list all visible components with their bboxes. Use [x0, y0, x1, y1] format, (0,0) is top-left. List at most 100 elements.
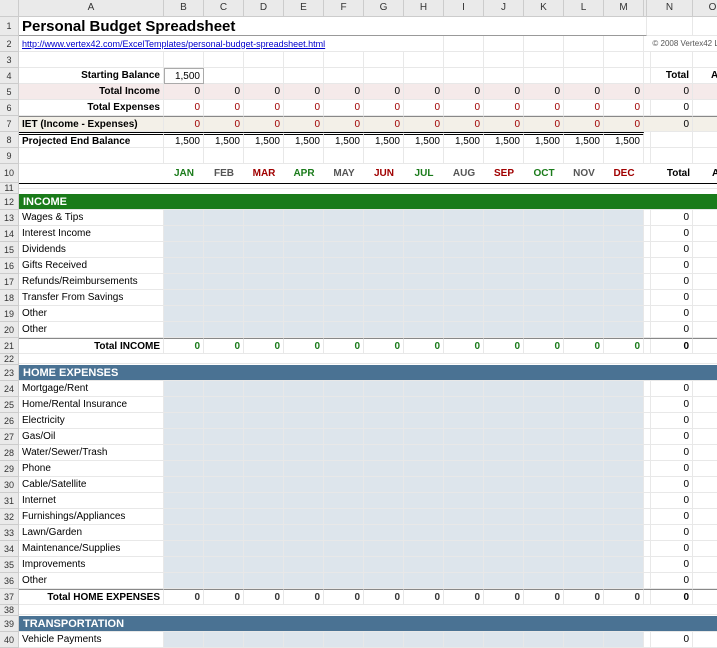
data-cell[interactable]: [404, 258, 444, 274]
data-cell[interactable]: [284, 525, 324, 541]
data-cell[interactable]: [284, 413, 324, 429]
data-cell[interactable]: [564, 445, 604, 461]
data-cell[interactable]: [604, 509, 644, 525]
data-cell[interactable]: [204, 413, 244, 429]
data-cell[interactable]: [484, 381, 524, 397]
data-cell[interactable]: [484, 525, 524, 541]
data-cell[interactable]: [364, 381, 404, 397]
data-cell[interactable]: [444, 290, 484, 306]
data-cell[interactable]: [524, 461, 564, 477]
data-cell[interactable]: [524, 632, 564, 648]
data-cell[interactable]: [524, 306, 564, 322]
data-cell[interactable]: [284, 429, 324, 445]
data-cell[interactable]: [164, 258, 204, 274]
data-cell[interactable]: [244, 541, 284, 557]
data-cell[interactable]: [204, 258, 244, 274]
data-cell[interactable]: [484, 573, 524, 589]
data-cell[interactable]: [524, 509, 564, 525]
data-cell[interactable]: [204, 509, 244, 525]
data-cell[interactable]: [164, 210, 204, 226]
data-cell[interactable]: [524, 242, 564, 258]
data-cell[interactable]: [364, 274, 404, 290]
data-cell[interactable]: [524, 274, 564, 290]
data-cell[interactable]: [564, 306, 604, 322]
data-cell[interactable]: [564, 274, 604, 290]
data-cell[interactable]: [164, 381, 204, 397]
data-cell[interactable]: [444, 429, 484, 445]
data-cell[interactable]: [404, 461, 444, 477]
data-cell[interactable]: [284, 541, 324, 557]
data-cell[interactable]: [324, 210, 364, 226]
data-cell[interactable]: [284, 258, 324, 274]
data-cell[interactable]: [484, 413, 524, 429]
data-cell[interactable]: [164, 306, 204, 322]
data-cell[interactable]: [564, 525, 604, 541]
data-cell[interactable]: [204, 274, 244, 290]
data-cell[interactable]: [444, 274, 484, 290]
data-cell[interactable]: [524, 557, 564, 573]
data-cell[interactable]: [284, 322, 324, 338]
data-cell[interactable]: [444, 573, 484, 589]
data-cell[interactable]: [244, 290, 284, 306]
data-cell[interactable]: [524, 525, 564, 541]
data-cell[interactable]: [324, 242, 364, 258]
data-cell[interactable]: [364, 573, 404, 589]
data-cell[interactable]: [244, 210, 284, 226]
data-cell[interactable]: [564, 477, 604, 493]
data-cell[interactable]: [604, 397, 644, 413]
data-cell[interactable]: [564, 242, 604, 258]
data-cell[interactable]: [484, 242, 524, 258]
data-cell[interactable]: [364, 290, 404, 306]
data-cell[interactable]: [164, 632, 204, 648]
data-cell[interactable]: [564, 632, 604, 648]
data-cell[interactable]: [484, 397, 524, 413]
data-cell[interactable]: [524, 477, 564, 493]
data-cell[interactable]: [444, 397, 484, 413]
data-cell[interactable]: [444, 509, 484, 525]
data-cell[interactable]: [604, 461, 644, 477]
data-cell[interactable]: [604, 429, 644, 445]
data-cell[interactable]: [204, 429, 244, 445]
data-cell[interactable]: [524, 413, 564, 429]
data-cell[interactable]: [204, 445, 244, 461]
data-cell[interactable]: [164, 226, 204, 242]
data-cell[interactable]: [404, 541, 444, 557]
data-cell[interactable]: [604, 322, 644, 338]
data-cell[interactable]: [484, 322, 524, 338]
data-cell[interactable]: [404, 242, 444, 258]
data-cell[interactable]: [284, 477, 324, 493]
data-cell[interactable]: [564, 210, 604, 226]
data-cell[interactable]: [164, 461, 204, 477]
data-cell[interactable]: [244, 429, 284, 445]
data-cell[interactable]: [484, 493, 524, 509]
data-cell[interactable]: [324, 445, 364, 461]
data-cell[interactable]: [524, 210, 564, 226]
data-cell[interactable]: [204, 322, 244, 338]
data-cell[interactable]: [324, 509, 364, 525]
data-cell[interactable]: [564, 541, 604, 557]
data-cell[interactable]: [604, 274, 644, 290]
data-cell[interactable]: [284, 274, 324, 290]
data-cell[interactable]: [364, 445, 404, 461]
data-cell[interactable]: [564, 461, 604, 477]
data-cell[interactable]: [164, 445, 204, 461]
data-cell[interactable]: [524, 573, 564, 589]
data-cell[interactable]: [444, 461, 484, 477]
data-cell[interactable]: [604, 258, 644, 274]
data-cell[interactable]: [204, 477, 244, 493]
data-cell[interactable]: [324, 226, 364, 242]
data-cell[interactable]: [164, 413, 204, 429]
data-cell[interactable]: [204, 290, 244, 306]
data-cell[interactable]: [404, 306, 444, 322]
data-cell[interactable]: [284, 242, 324, 258]
data-cell[interactable]: [244, 445, 284, 461]
data-cell[interactable]: [204, 632, 244, 648]
data-cell[interactable]: [524, 493, 564, 509]
data-cell[interactable]: [284, 632, 324, 648]
data-cell[interactable]: [484, 290, 524, 306]
data-cell[interactable]: [364, 525, 404, 541]
data-cell[interactable]: [324, 290, 364, 306]
data-cell[interactable]: [364, 429, 404, 445]
data-cell[interactable]: [324, 573, 364, 589]
data-cell[interactable]: [244, 573, 284, 589]
